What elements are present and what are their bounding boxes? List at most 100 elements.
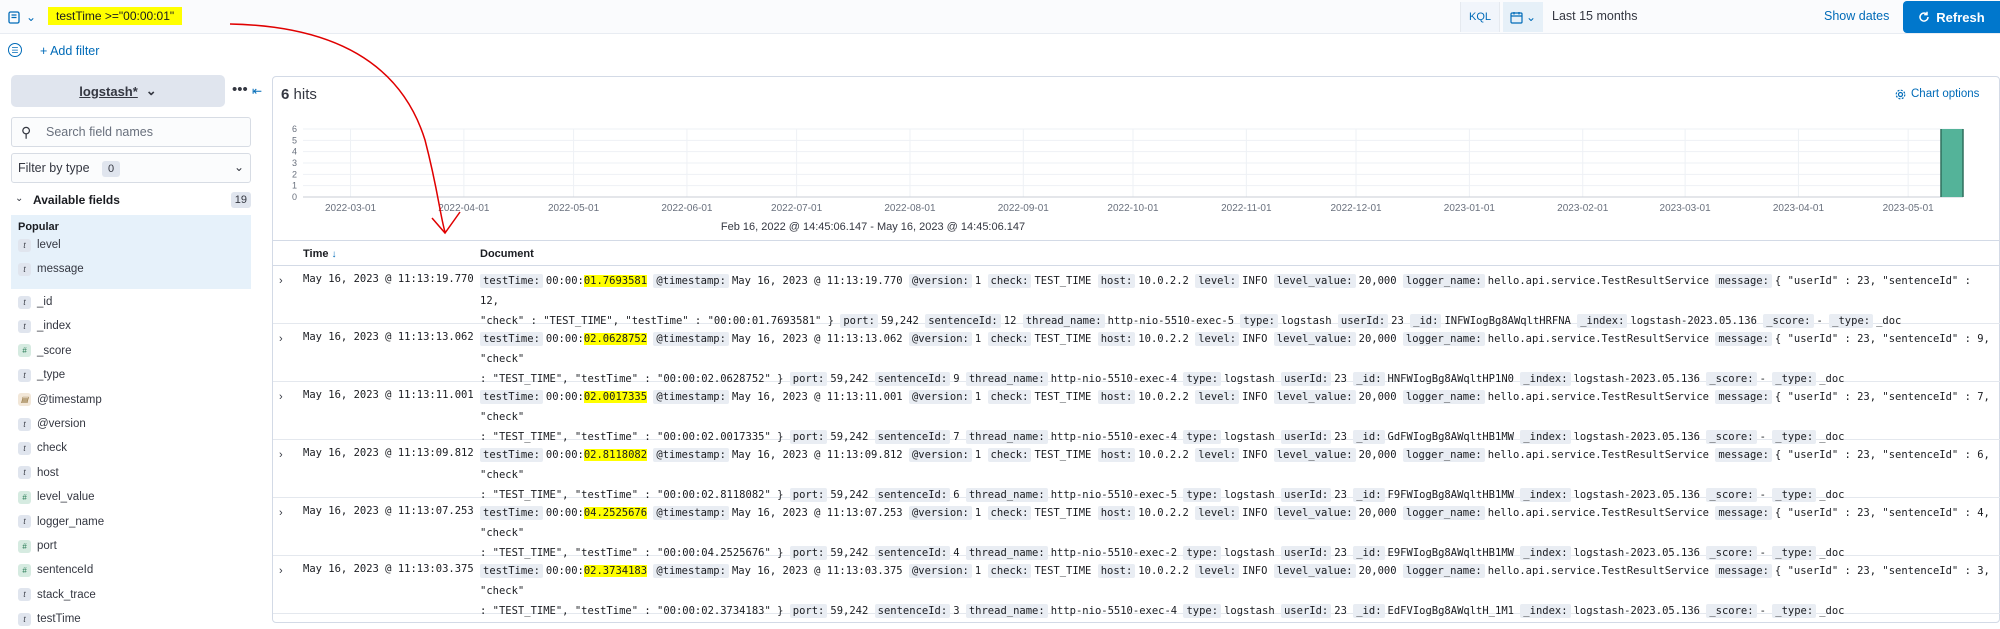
doc-field-key: check: xyxy=(987,390,1032,404)
row-document: testTime: 00:00:02.0017335 @timestamp: May… xyxy=(480,387,1990,447)
doc-field-value: 00:00:02.0628752 xyxy=(546,333,648,345)
doc-field-key: @version: xyxy=(908,274,972,288)
column-header-time[interactable]: Time ↓ xyxy=(303,248,337,260)
field-name: logger_name xyxy=(37,515,105,528)
field-search-input[interactable] xyxy=(44,122,244,142)
doc-field-key: logger_name: xyxy=(1402,448,1485,462)
field-item-score[interactable]: # _score xyxy=(18,341,72,361)
query-language-button[interactable]: KQL xyxy=(1460,2,1500,32)
column-header-document: Document xyxy=(480,248,534,260)
doc-field-value: TEST_TIME xyxy=(1034,275,1092,287)
doc-field-value: hello.api.service.TestResultService xyxy=(1487,507,1710,519)
field-item-timestamp[interactable]: ▤ @timestamp xyxy=(18,390,102,410)
doc-field-key: level: xyxy=(1195,564,1240,578)
doc-field-key: testTime: xyxy=(480,390,543,404)
histogram-bar[interactable] xyxy=(1941,129,1963,197)
expand-row-icon[interactable]: › xyxy=(279,275,283,287)
field-item-stacktrace[interactable]: t stack_trace xyxy=(18,585,96,605)
row-timestamp: May 16, 2023 @ 11:13:19.770 xyxy=(303,273,474,285)
field-item-level[interactable]: t level xyxy=(18,235,61,255)
doc-field-key: level_value: xyxy=(1273,564,1356,578)
x-tick-label: 2022-04-01 xyxy=(438,203,490,214)
field-type-icon: t xyxy=(18,295,31,309)
doc-field-key: testTime: xyxy=(480,564,543,578)
field-item-testtime[interactable]: t testTime xyxy=(18,609,81,629)
index-pattern-selector[interactable]: logstash* ⌄ xyxy=(11,75,225,107)
x-tick-label: 2022-07-01 xyxy=(771,203,823,214)
available-fields-header[interactable]: ⌄ Available fields 19 xyxy=(11,192,251,210)
table-header: Time ↓ Document xyxy=(273,240,2000,266)
doc-field-value: 59,242 xyxy=(830,605,869,617)
field-item-check[interactable]: t check xyxy=(18,438,67,458)
saved-query-menu[interactable]: ⌄ xyxy=(8,7,44,27)
doc-field-key: host: xyxy=(1097,390,1136,404)
doc-field-key: _id: xyxy=(1353,604,1385,618)
doc-field-key: host: xyxy=(1097,274,1136,288)
sort-down-icon[interactable]: ↓ xyxy=(332,249,337,260)
doc-field-value: logstash-2023.05.136 xyxy=(1573,605,1700,617)
doc-field-value: May 16, 2023 @ 11:13:07.253 xyxy=(731,507,903,519)
doc-field-value: INFO xyxy=(1242,565,1268,577)
search-highlight: 04.2525676 xyxy=(583,507,648,519)
field-item-port[interactable]: # port xyxy=(18,536,57,556)
date-quick-menu-button[interactable]: ⌄ xyxy=(1503,2,1543,32)
testtime-prefix: 00:00: xyxy=(545,391,584,403)
doc-field-key: userId: xyxy=(1280,604,1332,618)
expand-row-icon[interactable]: › xyxy=(279,565,283,577)
table-row: › May 16, 2023 @ 11:13:13.062 testTime: 00:… xyxy=(273,324,2000,386)
chart-options-button[interactable]: Chart options xyxy=(1895,88,1979,100)
expand-row-icon[interactable]: › xyxy=(279,507,283,519)
query-input[interactable]: testTime >="00:00:01" xyxy=(48,4,1458,30)
field-type-icon: t xyxy=(18,262,31,276)
chevron-down-icon: ⌄ xyxy=(1525,10,1537,24)
field-sidebar: logstash* ⌄ ••• ⇤ ⚲ Filter by type 0 ⌄ ⌄… xyxy=(0,70,270,626)
time-range-label: Feb 16, 2022 @ 14:45:06.147 - May 16, 20… xyxy=(720,221,1026,233)
chart-options-label: Chart options xyxy=(1911,88,1980,100)
doc-field-value: 00:00:04.2525676 xyxy=(546,507,648,519)
field-item-index[interactable]: t _index xyxy=(18,316,71,336)
field-item-host[interactable]: t host xyxy=(18,463,59,483)
expand-row-icon[interactable]: › xyxy=(279,391,283,403)
doc-field-value: 10.0.2.2 xyxy=(1138,391,1189,403)
expand-row-icon[interactable]: › xyxy=(279,449,283,461)
doc-field-key: level: xyxy=(1195,274,1240,288)
field-name: port xyxy=(37,540,57,552)
field-item-message[interactable]: t message xyxy=(18,259,84,279)
field-item-id[interactable]: t _id xyxy=(18,292,52,312)
doc-field-key: logger_name: xyxy=(1402,506,1485,520)
doc-field-value: 00:00:02.8118082 xyxy=(546,449,648,461)
doc-field-value: http-nio-5510-exec-4 xyxy=(1050,605,1178,617)
doc-field-value: INFO xyxy=(1242,391,1268,403)
doc-field-key: @timestamp: xyxy=(653,506,729,520)
search-highlight: 02.3734183 xyxy=(583,565,648,577)
refresh-button[interactable]: Refresh xyxy=(1903,1,2000,33)
add-filter-button[interactable]: + Add filter xyxy=(40,44,99,58)
more-options-icon[interactable]: ••• xyxy=(232,82,248,97)
doc-field-key: @version: xyxy=(908,564,972,578)
results-panel: 6 hits Chart options 2022-03-01 2022-04-0… xyxy=(272,76,2000,623)
table-row: › May 16, 2023 @ 11:13:07.253 testTime: 00:… xyxy=(273,498,2000,560)
field-item-levelvalue[interactable]: # level_value xyxy=(18,487,95,507)
row-timestamp: May 16, 2023 @ 11:13:09.812 xyxy=(303,447,474,459)
filter-by-type-dropdown[interactable]: Filter by type 0 ⌄ xyxy=(11,153,251,183)
field-item-type[interactable]: t _type xyxy=(18,365,65,385)
collapse-sidebar-icon[interactable]: ⇤ xyxy=(252,84,262,98)
show-dates-link[interactable]: Show dates xyxy=(1824,9,1889,23)
x-tick-label: 2022-05-01 xyxy=(548,203,600,214)
field-item-sentenceid[interactable]: # sentenceId xyxy=(18,560,93,580)
expand-row-icon[interactable]: › xyxy=(279,333,283,345)
popular-title: Popular xyxy=(18,221,59,233)
field-item-loggername[interactable]: t logger_name xyxy=(18,512,104,532)
search-highlight: 02.0628752 xyxy=(583,333,648,345)
doc-field-value: INFO xyxy=(1242,333,1268,345)
doc-field-key: message: xyxy=(1715,332,1772,346)
row-document: testTime: 00:00:01.7693581 @timestamp: May… xyxy=(480,271,1990,331)
filter-options-icon[interactable]: ☰ xyxy=(8,43,22,57)
doc-field-value: 1 xyxy=(974,449,982,461)
doc-field-key: level: xyxy=(1195,506,1240,520)
doc-field-key: check: xyxy=(987,332,1032,346)
date-range-text[interactable]: Last 15 months xyxy=(1552,9,1637,23)
hits-number: 6 xyxy=(281,86,290,103)
field-item-version[interactable]: t @version xyxy=(18,414,86,434)
doc-field-value: 10.0.2.2 xyxy=(1138,333,1189,345)
